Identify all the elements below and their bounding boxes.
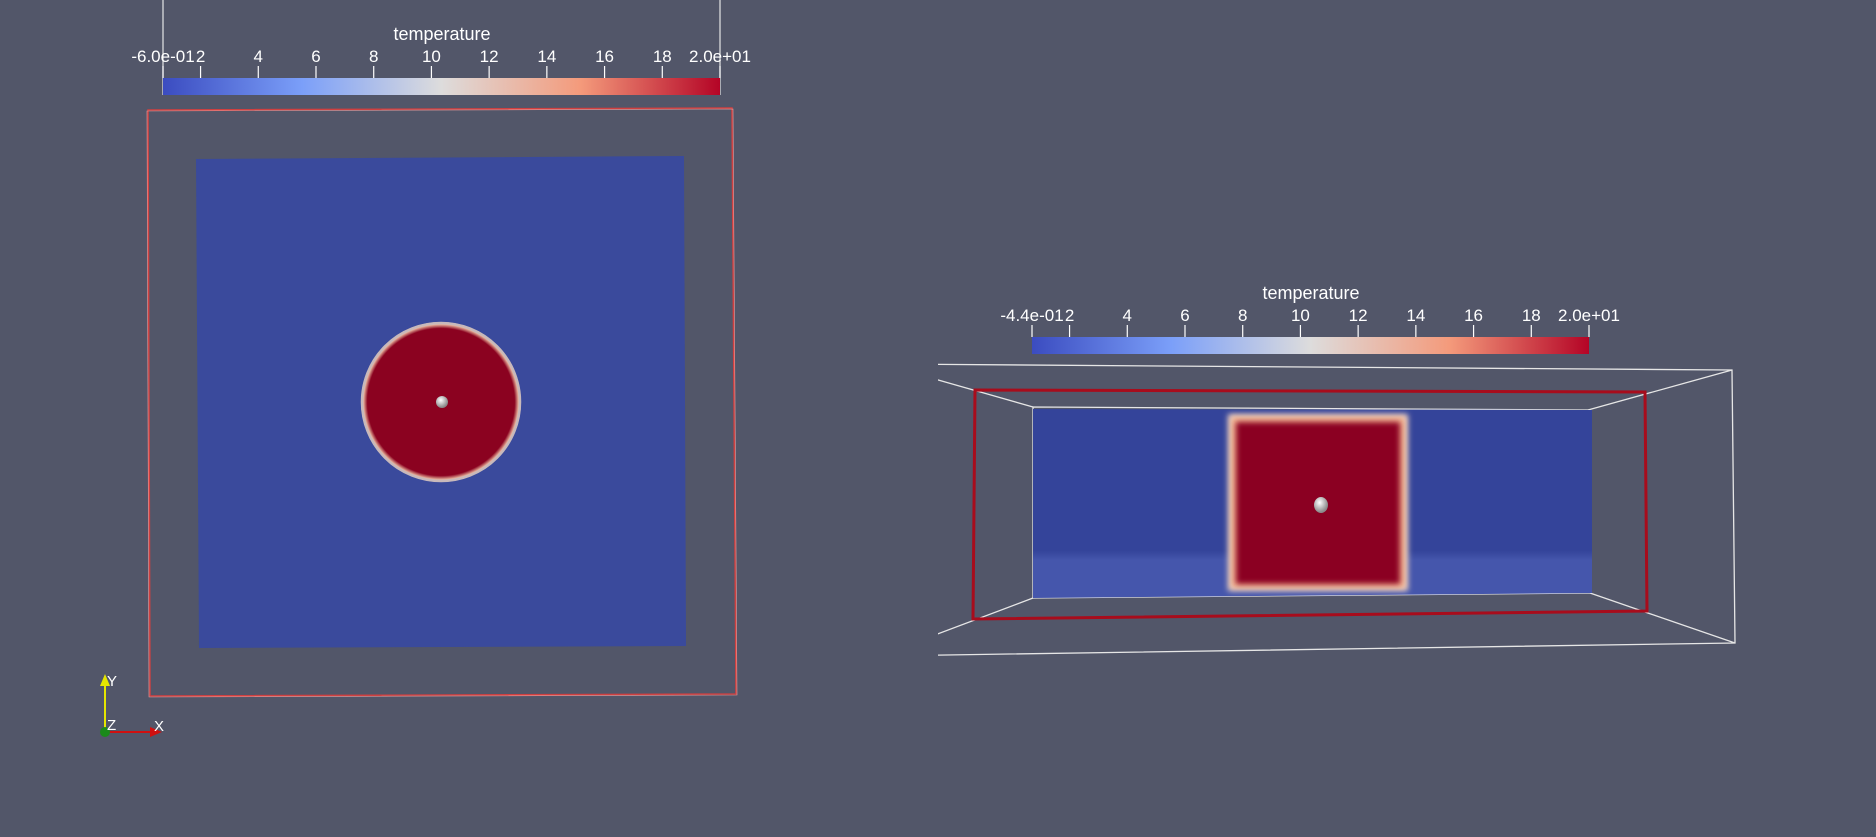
colorbar-tick-label: 14 xyxy=(1406,306,1425,325)
probe-sphere[interactable] xyxy=(436,396,448,408)
colorbar-tick-label: 12 xyxy=(1349,306,1368,325)
colorbar-tick-label: 12 xyxy=(480,47,499,66)
colorbar-tick-label: 6 xyxy=(1180,306,1189,325)
colorbar-tick-label: 2.0e+01 xyxy=(1558,306,1620,325)
colorbar-tick-label: 4 xyxy=(254,47,263,66)
colorbar-left[interactable]: temperature -6.0e-01 2 4 6 8 10 12 14 16 18 2.0e+0… xyxy=(131,0,751,95)
colorbar-tick-label: 18 xyxy=(653,47,672,66)
colorbar-title: temperature xyxy=(1262,283,1359,303)
colorbar-gradient xyxy=(163,78,720,95)
colorbar-right[interactable]: temperature -4.4e-01 2 4 6 8 10 12 14 16 18 2.0e+0… xyxy=(1000,283,1620,354)
z-axis-label: Z xyxy=(107,717,116,734)
colorbar-tick-label: 2 xyxy=(196,47,205,66)
colorbar-tick-label: 16 xyxy=(1464,306,1483,325)
colorbar-tick-label: 6 xyxy=(311,47,320,66)
colorbar-tick-label: 14 xyxy=(537,47,556,66)
render-canvas-right[interactable]: temperature -4.4e-01 2 4 6 8 10 12 14 16 18 2.0e+0… xyxy=(938,0,1876,837)
render-view-right[interactable]: temperature -4.4e-01 2 4 6 8 10 12 14 16 18 2.0e+0… xyxy=(938,0,1876,837)
orientation-axes: Y X Z xyxy=(100,673,164,737)
x-axis-label: X xyxy=(154,718,164,735)
y-axis-label: Y xyxy=(107,673,117,690)
colorbar-labels: -4.4e-01 2 4 6 8 10 12 14 16 18 2.0e+01 xyxy=(1000,306,1620,325)
render-canvas-left[interactable]: temperature -6.0e-01 2 4 6 8 10 12 14 16 18 2.0e+0… xyxy=(0,0,938,837)
colorbar-tick-label: -6.0e-01 xyxy=(131,47,194,66)
colorbar-tick-label: 8 xyxy=(369,47,378,66)
colorbar-gradient xyxy=(1032,337,1589,354)
colorbar-tick-label: 4 xyxy=(1123,306,1132,325)
colorbar-ticks xyxy=(1031,325,1590,337)
probe-sphere[interactable] xyxy=(1314,497,1328,513)
colorbar-tick-label: 2 xyxy=(1065,306,1074,325)
colorbar-tick-label: 18 xyxy=(1522,306,1541,325)
colorbar-tick-label: 10 xyxy=(1291,306,1310,325)
colorbar-tick-label: 16 xyxy=(595,47,614,66)
colorbar-labels: -6.0e-01 2 4 6 8 10 12 14 16 18 2.0e+01 xyxy=(131,47,751,66)
colorbar-tick-label: -4.4e-01 xyxy=(1000,306,1063,325)
colorbar-tick-label: 2.0e+01 xyxy=(689,47,751,66)
render-view-left[interactable]: temperature -6.0e-01 2 4 6 8 10 12 14 16 18 2.0e+0… xyxy=(0,0,938,837)
colorbar-tick-label: 8 xyxy=(1238,306,1247,325)
colorbar-ticks xyxy=(162,66,721,78)
colorbar-title: temperature xyxy=(393,24,490,44)
colorbar-tick-label: 10 xyxy=(422,47,441,66)
